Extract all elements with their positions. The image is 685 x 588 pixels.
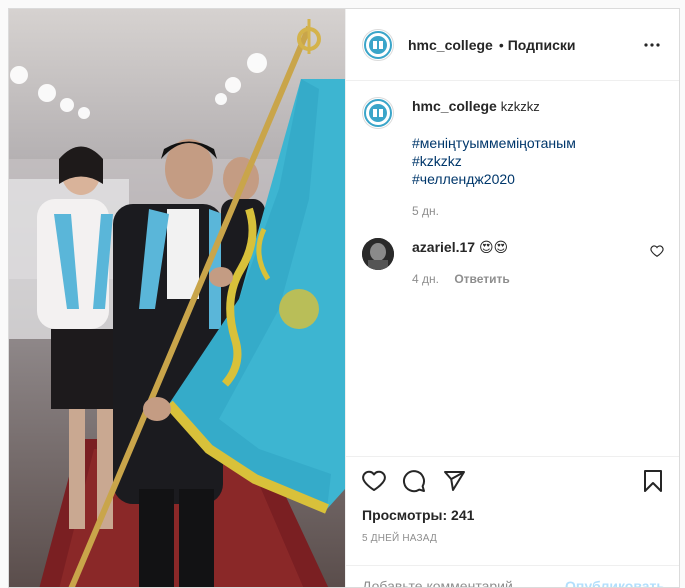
following-button[interactable]: Подписки	[508, 37, 576, 53]
commenter-avatar[interactable]	[362, 238, 394, 270]
publish-button[interactable]: Опубликовать	[565, 578, 665, 588]
caption-time[interactable]: 5 дн.	[412, 204, 439, 218]
comment-item: azariel.17 😍😍 4 дн. Ответить	[362, 238, 664, 288]
add-comment-bar: Опубликовать	[346, 565, 680, 588]
post-header: hmc_college • Подписки	[346, 9, 680, 81]
comment-bubble-icon[interactable]	[402, 469, 426, 493]
views-count[interactable]: Просмотры: 241	[362, 507, 665, 523]
comment-input[interactable]	[362, 578, 565, 588]
post-card: hmc_college • Подписки	[8, 8, 680, 588]
comments-list: hmc_college kzkzkz #меніңтуыммеміңотаным…	[346, 81, 680, 456]
like-heart-icon[interactable]	[362, 469, 386, 493]
commenter-username[interactable]: azariel.17	[412, 239, 475, 255]
comment-like-heart-icon[interactable]	[650, 244, 664, 258]
post-photo[interactable]	[9, 9, 345, 588]
post-photo-illustration	[9, 9, 345, 588]
post-date[interactable]: 5 дней назад	[362, 533, 665, 544]
caption-author-avatar[interactable]	[362, 97, 394, 129]
author-avatar[interactable]	[362, 29, 394, 61]
post-actions: Просмотры: 241 5 дней назад	[346, 456, 680, 544]
caption-username[interactable]: hmc_college	[412, 98, 497, 114]
caption-text: kzkzkz	[501, 99, 540, 114]
hashtag-link[interactable]: #меніңтуыммеміңотаным	[412, 134, 664, 152]
separator-dot: •	[499, 37, 504, 53]
hashtag-link[interactable]: #челлендж2020	[412, 170, 664, 188]
author-username[interactable]: hmc_college	[408, 37, 493, 53]
reply-button[interactable]: Ответить	[454, 272, 509, 286]
share-paper-plane-icon[interactable]	[442, 469, 466, 493]
hashtag-link[interactable]: #kzkzkz	[412, 152, 664, 170]
comment-text: 😍😍	[479, 239, 508, 255]
comment-time[interactable]: 4 дн.	[412, 272, 439, 286]
bookmark-icon[interactable]	[641, 469, 665, 493]
post-sidebar: hmc_college • Подписки	[345, 9, 680, 588]
more-options-icon[interactable]	[640, 33, 664, 57]
caption: hmc_college kzkzkz #меніңтуыммеміңотаным…	[362, 97, 664, 220]
college-logo-icon	[363, 30, 393, 60]
college-logo-icon	[363, 98, 393, 128]
